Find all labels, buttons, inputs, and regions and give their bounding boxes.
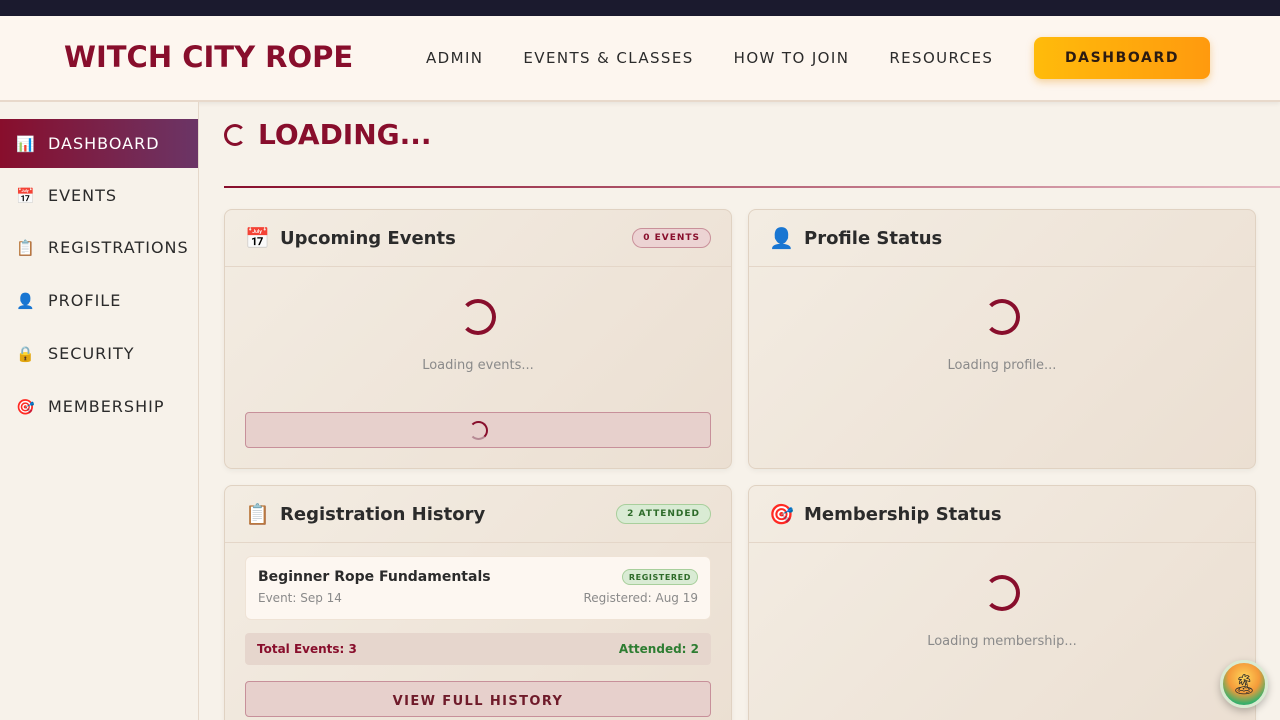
clipboard-icon: 📋 (245, 502, 270, 526)
sidebar-item-label: REGISTRATIONS (48, 238, 189, 257)
page-title-row: LOADING... (224, 118, 432, 151)
sidebar: 📊 DASHBOARD 📅 EVENTS 📋 REGISTRATIONS 👤 P… (0, 102, 199, 720)
card-header: 🎯 Membership Status (749, 486, 1255, 543)
user-icon: 👤 (769, 226, 794, 250)
profile-status-card: 👤 Profile Status Loading profile... (748, 209, 1256, 469)
island-icon: 🏝 (1231, 672, 1257, 696)
card-header: 📋 Registration History 2 ATTENDED (225, 486, 731, 543)
card-title: Registration History (280, 503, 486, 525)
loading-text: Loading membership... (927, 634, 1077, 649)
sidebar-item-profile[interactable]: 👤 PROFILE (0, 276, 198, 325)
events-count-badge: 0 EVENTS (632, 228, 711, 248)
user-icon: 👤 (16, 291, 36, 310)
loading-text: Loading profile... (947, 358, 1057, 373)
calendar-icon: 📅 (16, 186, 36, 205)
page-title: LOADING... (258, 118, 432, 151)
sidebar-item-membership[interactable]: 🎯 MEMBERSHIP (0, 382, 198, 431)
loading-spinner-icon (469, 421, 488, 440)
sidebar-item-label: SECURITY (48, 344, 135, 363)
sidebar-item-label: DASHBOARD (48, 134, 160, 153)
registration-history-card: 📋 Registration History 2 ATTENDED Beginn… (224, 485, 732, 720)
site-header: WITCH CITY ROPE ADMIN EVENTS & CLASSES H… (0, 16, 1280, 102)
dashboard-button[interactable]: DASHBOARD (1034, 37, 1210, 79)
loading-text: Loading events... (422, 358, 534, 373)
attended-count: Attended: 2 (618, 642, 699, 656)
card-title: Profile Status (804, 227, 943, 249)
island-widget-button[interactable]: 🏝 (1220, 660, 1268, 708)
clipboard-icon: 📋 (16, 238, 36, 257)
sidebar-item-dashboard[interactable]: 📊 DASHBOARD (0, 119, 198, 168)
sidebar-item-security[interactable]: 🔒 SECURITY (0, 329, 198, 378)
top-strip (0, 0, 1280, 16)
calendar-icon: 📅 (245, 226, 270, 250)
card-header: 👤 Profile Status (749, 210, 1255, 267)
events-action-button[interactable] (245, 412, 711, 448)
registration-item[interactable]: Beginner Rope Fundamentals REGISTERED Ev… (245, 556, 711, 620)
target-icon: 🎯 (16, 397, 36, 416)
view-full-history-button[interactable]: VIEW FULL HISTORY (245, 681, 711, 717)
card-title: Upcoming Events (280, 227, 456, 249)
upcoming-events-card: 📅 Upcoming Events 0 EVENTS Loading event… (224, 209, 732, 469)
target-icon: 🎯 (769, 502, 794, 526)
card-header: 📅 Upcoming Events 0 EVENTS (225, 210, 731, 267)
total-events: Total Events: 3 (257, 642, 357, 656)
attended-badge: 2 ATTENDED (616, 504, 711, 524)
registration-title: Beginner Rope Fundamentals (258, 569, 491, 585)
loading-spinner-icon (224, 123, 246, 146)
site-logo[interactable]: WITCH CITY ROPE (64, 40, 353, 74)
sidebar-item-label: MEMBERSHIP (48, 397, 165, 416)
status-badge: REGISTERED (621, 569, 698, 585)
registered-date: Registered: Aug 19 (583, 591, 698, 605)
sidebar-item-registrations[interactable]: 📋 REGISTRATIONS (0, 223, 198, 272)
nav-events-classes[interactable]: EVENTS & CLASSES (523, 49, 693, 67)
sidebar-item-label: EVENTS (48, 186, 118, 205)
sidebar-item-events[interactable]: 📅 EVENTS (0, 171, 198, 220)
membership-status-card: 🎯 Membership Status Loading membership..… (748, 485, 1256, 720)
registration-totals: Total Events: 3 Attended: 2 (245, 633, 711, 665)
card-title: Membership Status (804, 503, 1002, 525)
nav-resources[interactable]: RESOURCES (889, 49, 993, 67)
main-nav: ADMIN EVENTS & CLASSES HOW TO JOIN RESOU… (426, 49, 1033, 67)
nav-admin[interactable]: ADMIN (426, 49, 483, 67)
bar-chart-icon: 📊 (16, 134, 36, 153)
loading-spinner-icon (460, 299, 496, 335)
title-divider (224, 186, 1280, 188)
loading-spinner-icon (984, 575, 1020, 611)
nav-how-to-join[interactable]: HOW TO JOIN (734, 49, 850, 67)
sidebar-item-label: PROFILE (48, 291, 122, 310)
loading-spinner-icon (984, 299, 1020, 335)
lock-icon: 🔒 (16, 344, 36, 363)
event-date: Event: Sep 14 (258, 591, 342, 605)
